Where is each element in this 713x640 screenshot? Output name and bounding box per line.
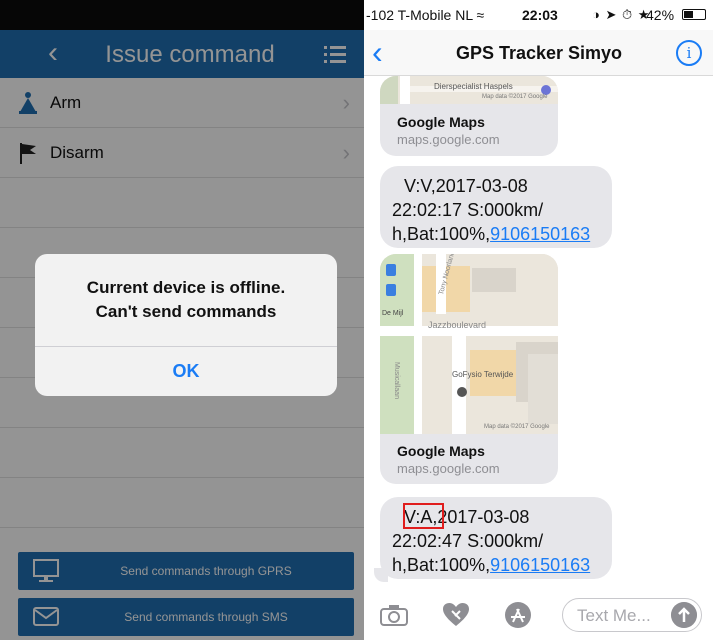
map-source: Google Maps [397,114,485,130]
alert-line-2: Can't send commands [95,302,277,321]
app-store-icon[interactable] [504,601,532,629]
bubble-tail [374,568,388,582]
message-time-speed: 22:02:17 S:000km/ [392,200,544,220]
info-icon[interactable]: i [676,40,702,66]
map-poi-label: Dierspecialist Haspels [434,82,513,91]
map-street-label: Jazzboulevard [428,320,487,330]
messages-screen: -102 T-Mobile NL ≈ 22:03 ◑ ➤ ⏱ ★ 42% ‹ G… [364,0,713,640]
map-attribution: Map data ©2017 Google [484,424,550,430]
issue-command-screen: ‹ Issue command Arm › Disarm › Send comm… [0,0,364,640]
offline-alert-dialog: Current device is offline. Can't send co… [35,254,337,396]
alert-message: Current device is offline. Can't send co… [45,276,327,324]
alert-line-1: Current device is offline. [86,278,286,297]
message-placeholder: Text Me... [577,606,651,625]
map-url: maps.google.com [397,461,500,476]
map-street-label: Musicallaan [393,362,400,399]
status-code: V:V, [404,176,436,196]
wifi-icon: ≈ [476,7,485,23]
message-time-speed: 22:02:47 S:000km/ [392,531,544,551]
sms-message-bubble: V:V,2017-03-08 22:02:17 S:000km/ h,Bat:1… [380,166,612,248]
conversation-title: GPS Tracker Simyo [455,43,623,63]
map-source: Google Maps [397,443,485,459]
message-input[interactable]: Text Me... [562,598,702,632]
map-street-label: De Mijl [382,310,404,317]
map-poi-label: GoFysio Terwijde [452,370,514,379]
map-thumbnail: Dierspecialist Haspels Map data ©2017 Go… [380,76,558,104]
status-icons: ◑ ➤ ⏱ ★ [592,7,651,22]
message-date: 2017-03-08 [437,507,530,527]
map-attribution: Map data ©2017 Google [482,94,548,100]
map-message-bubble[interactable]: Dierspecialist Haspels Map data ©2017 Go… [380,76,558,156]
carrier-signal: -102 T-Mobile NL ≈ [366,7,485,23]
composer-bar: Text Me... [364,590,713,640]
digital-touch-heart-icon[interactable] [442,602,470,628]
message-date: 2017-03-08 [435,176,528,196]
highlight-box [403,503,444,529]
message-battery: h,Bat:100%, [392,555,491,575]
back-chevron-icon[interactable]: ‹ [372,34,383,71]
battery-icon [682,9,706,20]
conversation-header: ‹ GPS Tracker Simyo i [364,30,713,76]
map-url: maps.google.com [397,132,500,147]
battery-percent: 42% [646,7,675,23]
status-time: 22:03 [522,7,558,23]
send-arrow-icon[interactable] [671,602,697,628]
status-bar: -102 T-Mobile NL ≈ 22:03 ◑ ➤ ⏱ ★ 42% [364,0,713,30]
phone-link[interactable]: 9106150163 [490,224,590,244]
map-message-bubble[interactable]: De Mijl Jazzboulevard Musicallaan Tony N… [380,254,558,484]
camera-icon[interactable] [380,604,408,626]
ok-button[interactable]: OK [35,347,337,396]
map-graphic [380,254,558,434]
phone-link[interactable]: 9106150163 [490,555,590,575]
map-thumbnail: De Mijl Jazzboulevard Musicallaan Tony N… [380,254,558,434]
message-battery: h,Bat:100%, [392,224,491,244]
